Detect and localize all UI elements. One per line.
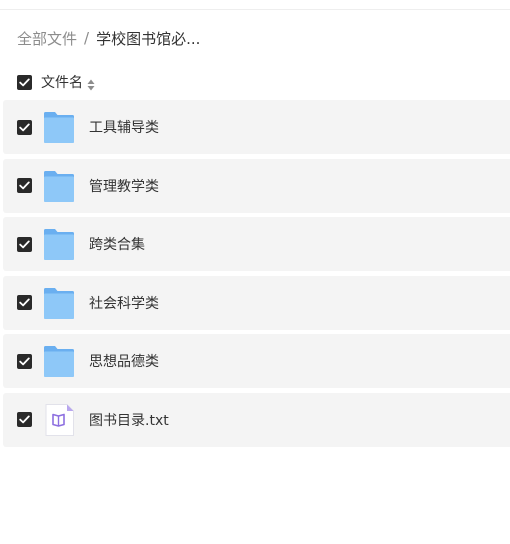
file-name[interactable]: 思想品德类 — [89, 351, 159, 371]
file-name[interactable]: 社会科学类 — [89, 293, 159, 313]
list-item[interactable]: 跨类合集 — [3, 217, 510, 271]
breadcrumb-root-link[interactable]: 全部文件 — [17, 28, 77, 49]
file-list: 工具辅导类 管理教学类 跨类合集 社会科学类 思想品德类 图书目录.txt — [3, 100, 510, 451]
folder-icon — [43, 110, 75, 144]
breadcrumb: 全部文件 / 学校图书馆必... — [17, 27, 200, 49]
check-icon — [19, 240, 30, 248]
list-item[interactable]: 图书目录.txt — [3, 392, 510, 447]
folder-icon — [43, 344, 75, 378]
row-checkbox[interactable] — [17, 412, 32, 427]
filename-column-header[interactable]: 文件名 — [41, 72, 83, 92]
check-icon — [19, 181, 30, 190]
file-name[interactable]: 管理教学类 — [89, 176, 159, 196]
sort-icon[interactable] — [87, 76, 95, 91]
folder-icon — [43, 227, 75, 261]
select-all-checkbox[interactable] — [17, 74, 32, 90]
file-name[interactable]: 工具辅导类 — [89, 117, 159, 137]
check-icon — [19, 78, 30, 86]
row-checkbox[interactable] — [17, 178, 32, 193]
list-item[interactable]: 思想品德类 — [3, 334, 510, 388]
row-checkbox[interactable] — [17, 353, 32, 369]
check-icon — [19, 415, 30, 424]
breadcrumb-separator: / — [84, 29, 90, 47]
list-item[interactable]: 社会科学类 — [3, 275, 510, 330]
list-item[interactable]: 管理教学类 — [3, 158, 510, 213]
list-item[interactable]: 工具辅导类 — [3, 100, 510, 154]
check-icon — [19, 123, 30, 131]
row-checkbox[interactable] — [17, 295, 32, 310]
breadcrumb-current-folder: 学校图书馆必... — [96, 29, 201, 48]
folder-icon — [43, 286, 75, 320]
check-icon — [19, 298, 30, 307]
file-list-header: 文件名 — [17, 71, 95, 93]
file-name[interactable]: 跨类合集 — [89, 234, 145, 254]
txt-file-icon — [43, 403, 75, 437]
folder-icon — [43, 169, 75, 203]
top-divider — [0, 9, 510, 10]
check-icon — [19, 357, 30, 365]
file-name[interactable]: 图书目录.txt — [89, 410, 169, 430]
row-checkbox[interactable] — [17, 119, 32, 135]
row-checkbox[interactable] — [17, 236, 32, 252]
